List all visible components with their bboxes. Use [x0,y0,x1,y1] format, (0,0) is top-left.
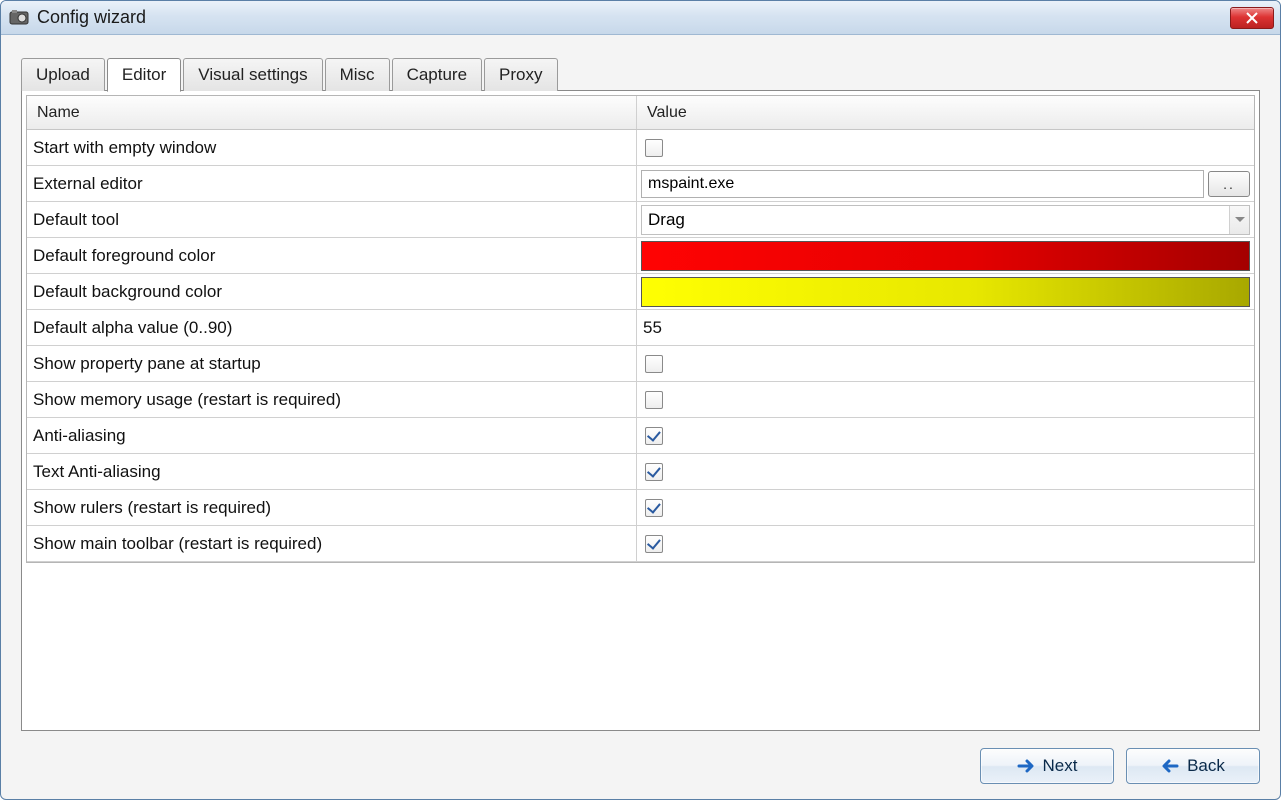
setting-name: Default tool [27,202,637,237]
back-button-label: Back [1187,756,1225,776]
checkbox[interactable] [645,355,663,373]
table-row: Start with empty window [27,130,1254,166]
setting-value [637,238,1254,273]
setting-value: Drag [637,202,1254,237]
tab-editor[interactable]: Editor [107,58,181,92]
setting-value [637,274,1254,309]
back-button[interactable]: Back [1126,748,1260,784]
grid-body: Start with empty windowExternal editor..… [27,130,1254,562]
setting-value: .. [637,166,1254,201]
text-input[interactable] [641,170,1204,198]
checkbox[interactable] [645,499,663,517]
content-area: UploadEditorVisual settingsMiscCapturePr… [1,35,1280,741]
close-icon [1246,12,1258,24]
setting-name: Default alpha value (0..90) [27,310,637,345]
combo-value: Drag [648,210,1229,230]
checkbox[interactable] [645,535,663,553]
table-row: Show property pane at startup [27,346,1254,382]
checkbox[interactable] [645,139,663,157]
grid-header: Name Value [27,96,1254,130]
tab-misc[interactable]: Misc [325,58,390,91]
checkbox[interactable] [645,391,663,409]
setting-value [637,418,1254,453]
setting-name: Anti-aliasing [27,418,637,453]
tab-pane: Name Value Start with empty windowExtern… [21,90,1260,731]
setting-name: Text Anti-aliasing [27,454,637,489]
table-row: Show rulers (restart is required) [27,490,1254,526]
chevron-down-icon [1229,206,1249,234]
arrow-right-icon [1017,757,1035,775]
tabstrip: UploadEditorVisual settingsMiscCapturePr… [21,57,1260,91]
grid-header-name[interactable]: Name [27,96,637,129]
setting-value [637,454,1254,489]
next-button[interactable]: Next [980,748,1114,784]
tab-capture[interactable]: Capture [392,58,482,91]
checkbox[interactable] [645,427,663,445]
setting-name: Show memory usage (restart is required) [27,382,637,417]
table-row: Text Anti-aliasing [27,454,1254,490]
table-row: Default foreground color [27,238,1254,274]
settings-grid: Name Value Start with empty windowExtern… [26,95,1255,563]
text-value[interactable]: 55 [641,316,1250,340]
table-row: Show memory usage (restart is required) [27,382,1254,418]
setting-value [637,130,1254,165]
setting-value [637,382,1254,417]
setting-name: Show main toolbar (restart is required) [27,526,637,561]
table-row: Default background color [27,274,1254,310]
setting-value [637,346,1254,381]
titlebar: Config wizard [1,1,1280,35]
setting-value: 55 [637,310,1254,345]
setting-name: Show property pane at startup [27,346,637,381]
next-button-label: Next [1043,756,1078,776]
window-title: Config wizard [37,7,1230,28]
browse-button[interactable]: .. [1208,171,1250,197]
setting-name: Start with empty window [27,130,637,165]
setting-name: Show rulers (restart is required) [27,490,637,525]
checkbox[interactable] [645,463,663,481]
setting-name: Default foreground color [27,238,637,273]
color-swatch[interactable] [641,241,1250,271]
tab-visual-settings[interactable]: Visual settings [183,58,322,91]
grid-header-value[interactable]: Value [637,96,1254,129]
table-row: Show main toolbar (restart is required) [27,526,1254,562]
setting-value [637,490,1254,525]
table-row: Default tool Drag [27,202,1254,238]
color-swatch[interactable] [641,277,1250,307]
tab-upload[interactable]: Upload [21,58,105,91]
table-row: Anti-aliasing [27,418,1254,454]
config-wizard-window: Config wizard UploadEditorVisual setting… [0,0,1281,800]
tab-proxy[interactable]: Proxy [484,58,557,91]
table-row: External editor.. [27,166,1254,202]
wizard-footer: Next Back [1,741,1280,799]
table-row: Default alpha value (0..90)55 [27,310,1254,346]
setting-name: Default background color [27,274,637,309]
setting-value [637,526,1254,561]
close-button[interactable] [1230,7,1274,29]
arrow-left-icon [1161,757,1179,775]
combo-box[interactable]: Drag [641,205,1250,235]
setting-name: External editor [27,166,637,201]
app-icon [9,8,29,28]
